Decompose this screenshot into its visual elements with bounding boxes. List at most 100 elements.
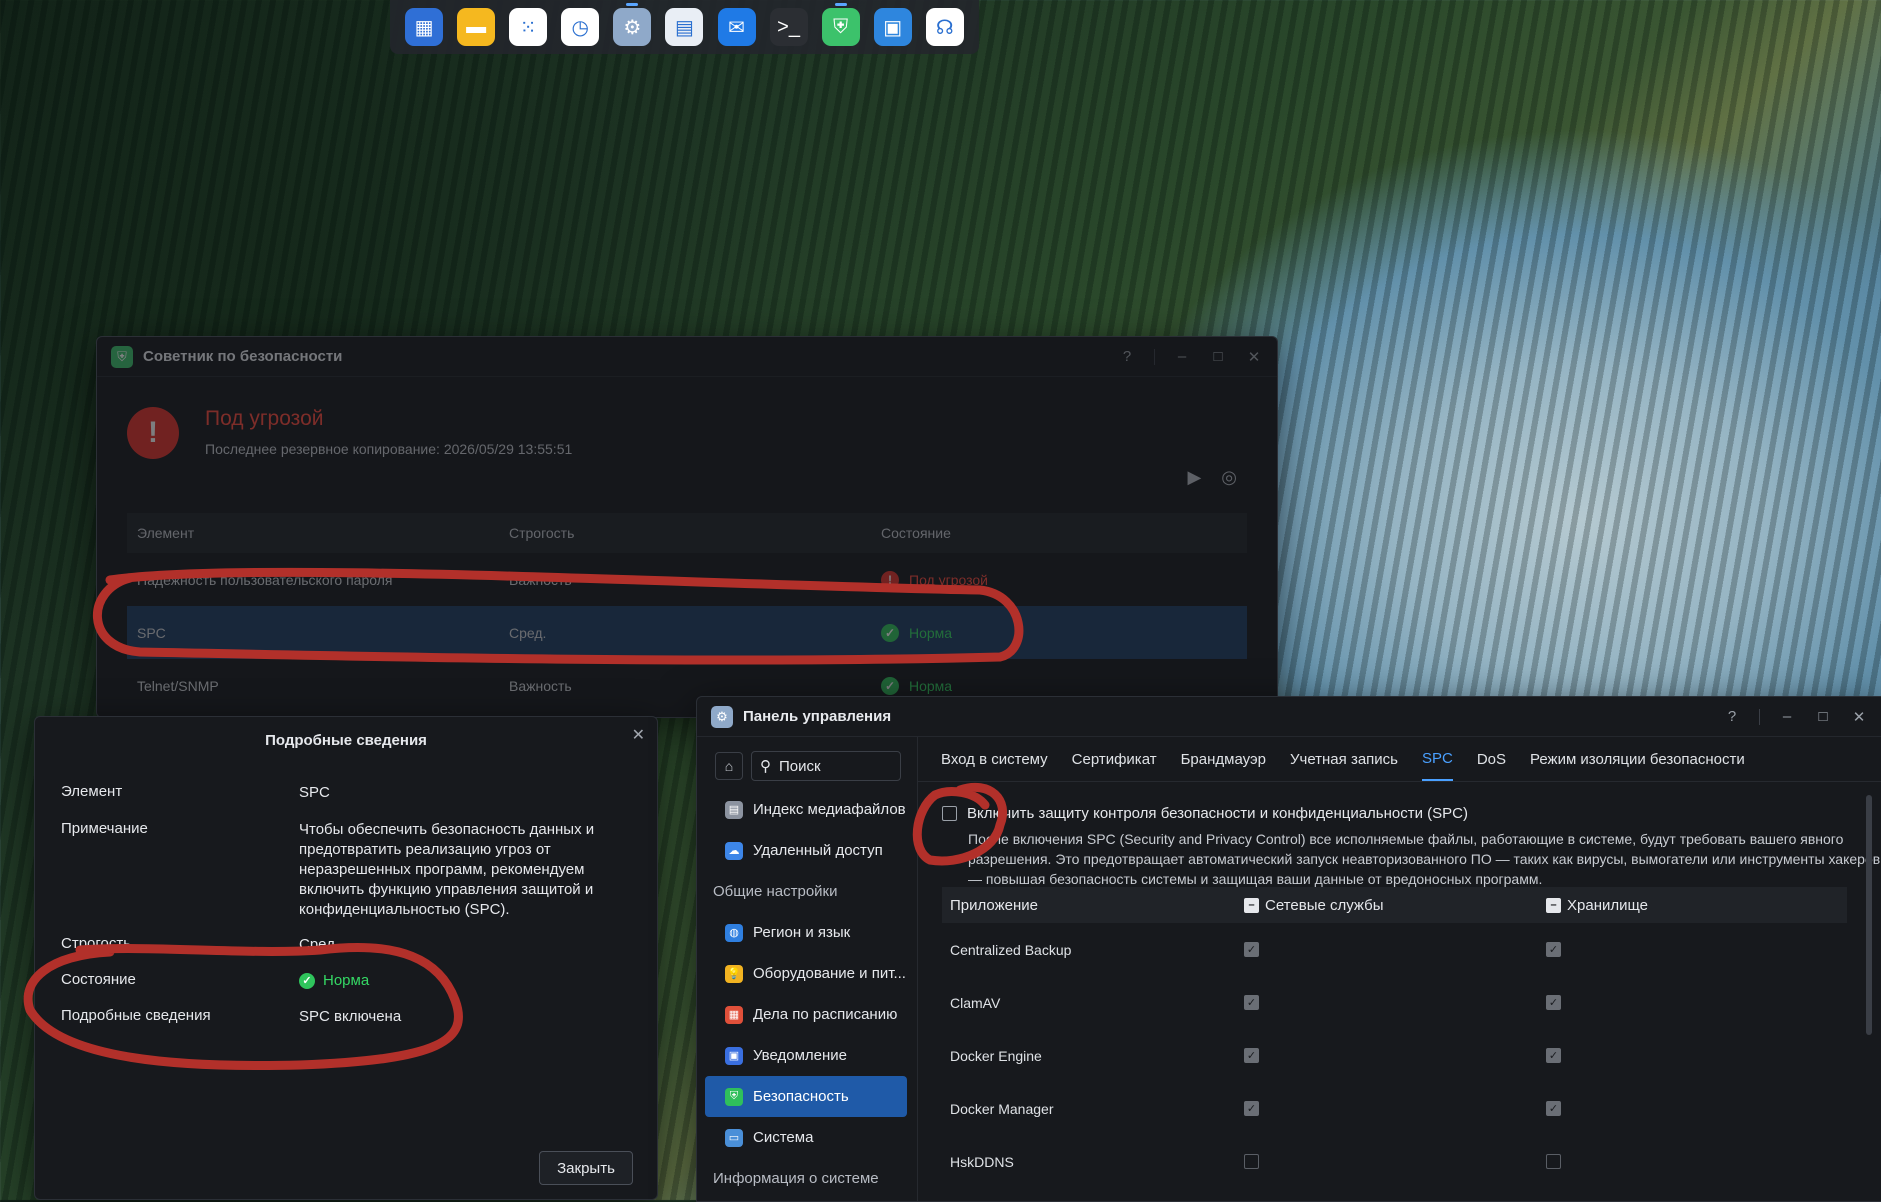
spc-enable-checkbox[interactable] xyxy=(942,806,957,821)
table-row: Docker Engine ✓ ✓ xyxy=(942,1029,1847,1082)
table-row: Docker Manager ✓ ✓ xyxy=(942,1082,1847,1135)
tab[interactable]: Учетная запись xyxy=(1290,737,1398,781)
network-permission-checkbox[interactable]: ✓ xyxy=(1244,1048,1259,1063)
tab-bar: Вход в систему Сертификат Брандмауэр Учетна… xyxy=(918,737,1881,782)
network-select-all-checkbox[interactable]: – xyxy=(1244,897,1259,913)
network-permission-checkbox[interactable]: ✓ xyxy=(1244,1101,1259,1116)
table-row: Centralized Backup ✓ ✓ xyxy=(942,923,1847,976)
sidebar-item-label: Система xyxy=(753,1129,814,1146)
control-panel-icon[interactable]: ⚙ xyxy=(613,3,652,46)
storage-permission-checkbox[interactable]: ✓ xyxy=(1546,1101,1561,1116)
sidebar-item[interactable]: ▣ Уведомление xyxy=(705,1035,907,1076)
sidebar-item-label: Удаленный доступ xyxy=(753,842,883,859)
minimize-icon[interactable]: – xyxy=(1173,348,1191,365)
sidebar-item[interactable]: ◍ Регион и язык xyxy=(705,912,907,953)
storage-permission-checkbox[interactable]: ✓ xyxy=(1546,995,1561,1010)
value-state: Норма xyxy=(323,972,370,989)
table-row-selected[interactable]: SPC Сред. ✓ Норма xyxy=(127,606,1247,659)
item-cell: Telnet/SNMP xyxy=(137,677,219,694)
tab[interactable]: Режим изоляции безопасности xyxy=(1530,737,1745,781)
maximize-icon[interactable]: □ xyxy=(1209,348,1227,365)
window-title: Панель управления xyxy=(743,708,892,725)
severity-cell: Сред. xyxy=(509,624,547,641)
app-name-cell: HskDDNS xyxy=(950,1153,1014,1170)
tab[interactable]: SPC xyxy=(1421,737,1453,781)
app-permissions-table: Приложение – Сетевые службы – Хранилище Ce… xyxy=(942,887,1847,1188)
last-backup-text: Последнее резервное копирование: 2026/05… xyxy=(205,441,573,457)
storage-permission-checkbox[interactable]: ✓ xyxy=(1546,942,1561,957)
search-icon: ⚲ xyxy=(760,758,771,775)
file-manager-icon[interactable]: ▦ xyxy=(405,8,444,46)
support-icon[interactable]: ☊ xyxy=(925,8,964,46)
sidebar-item-label: Индекс медиафайлов xyxy=(753,801,906,818)
tab[interactable]: DoS xyxy=(1477,737,1506,781)
sidebar-item[interactable]: ▭ Система xyxy=(705,1117,907,1158)
label-note: Примечание xyxy=(61,820,148,837)
titlebar: ⚙ Панель управления ? – □ ✕ xyxy=(697,697,1881,737)
tab[interactable]: Сертификат xyxy=(1072,737,1157,781)
close-button[interactable]: Закрыть xyxy=(539,1151,633,1185)
help-icon[interactable]: ? xyxy=(1118,348,1136,365)
column-header: Приложение xyxy=(950,896,1038,914)
sidebar-item[interactable]: ▤ Индекс медиафайлов xyxy=(705,789,907,830)
storage-permission-checkbox[interactable]: ✓ xyxy=(1546,1048,1561,1063)
security-advisor-icon[interactable]: ⛨ xyxy=(821,3,860,46)
app-center-icon[interactable]: ⁙ xyxy=(509,8,548,46)
sidebar-item[interactable]: ☁ Удаленный доступ xyxy=(705,830,907,871)
storage-manager-icon[interactable]: ▤ xyxy=(665,8,704,46)
main-panel: Вход в систему Сертификат Брандмауэр Учетна… xyxy=(918,737,1881,1201)
sidebar-section: Общие настройки xyxy=(713,883,838,900)
help-icon[interactable]: ? xyxy=(1723,708,1741,725)
state-cell: Под угрозой xyxy=(909,571,988,588)
table-row[interactable]: Надежность пользовательского пароля Важн… xyxy=(127,553,1247,606)
spc-description: После включения SPC (Security and Privac… xyxy=(968,831,1881,887)
close-icon[interactable]: ✕ xyxy=(1850,708,1868,726)
running-indicator xyxy=(834,3,847,6)
scrollbar[interactable] xyxy=(1866,795,1872,1035)
run-scan-icon[interactable]: ▶ xyxy=(1187,467,1201,488)
table-header: Приложение – Сетевые службы – Хранилище xyxy=(942,887,1847,923)
sidebar-item[interactable]: 💡 Оборудование и пит... xyxy=(705,953,907,994)
details-dialog: Подробные сведения ✕ Элемент SPC Примеча… xyxy=(34,716,658,1200)
close-icon[interactable]: ✕ xyxy=(1245,348,1263,366)
mail-icon[interactable]: ✉ xyxy=(717,8,756,46)
clock-icon[interactable]: ◷ xyxy=(561,8,600,46)
app-name-cell: Docker Manager xyxy=(950,1100,1054,1117)
network-permission-checkbox[interactable] xyxy=(1244,1154,1259,1169)
table-header: Элемент Строгость Состояние xyxy=(127,513,1247,553)
column-header: Элемент xyxy=(137,525,195,541)
search-input[interactable]: ⚲ Поиск xyxy=(751,751,901,781)
globe-icon: ◍ xyxy=(725,923,743,942)
tab[interactable]: Брандмауэр xyxy=(1181,737,1266,781)
storage-permission-checkbox[interactable] xyxy=(1546,1154,1561,1169)
sidebar-item[interactable]: ▦ Дела по расписанию xyxy=(705,994,907,1035)
close-icon[interactable]: ✕ xyxy=(632,725,645,745)
home-icon[interactable]: ⌂ xyxy=(715,752,743,780)
control-panel-window: ⚙ Панель управления ? – □ ✕ ⌂ ⚲ Поиск ▤ И… xyxy=(696,696,1881,1202)
network-permission-checkbox[interactable]: ✓ xyxy=(1244,942,1259,957)
column-header: Сетевые службы xyxy=(1265,896,1384,914)
sidebar-item[interactable]: ⛨ Безопасность xyxy=(705,1076,907,1117)
cloud-icon: ☁ xyxy=(725,841,743,860)
risk-icon: ! xyxy=(881,570,899,589)
running-indicator xyxy=(626,3,639,6)
sidebar-item-label: Безопасность xyxy=(753,1088,849,1105)
spc-enable-label: Включить защиту контроля безопасности и … xyxy=(967,805,1468,822)
column-header: Состояние xyxy=(881,525,951,541)
maximize-icon[interactable]: □ xyxy=(1814,708,1832,725)
settings-icon[interactable]: ◎ xyxy=(1221,467,1237,488)
sidebar-item-label: Дела по расписанию xyxy=(753,1006,898,1023)
docker-icon[interactable]: ▣ xyxy=(873,8,912,46)
security-status: Под угрозой xyxy=(205,407,324,430)
storage-select-all-checkbox[interactable]: – xyxy=(1546,897,1561,913)
label-severity: Строгость xyxy=(61,935,132,952)
tab[interactable]: Вход в систему xyxy=(941,737,1048,781)
network-permission-checkbox[interactable]: ✓ xyxy=(1244,995,1259,1010)
system-icon: ▭ xyxy=(725,1128,743,1147)
notes-icon[interactable]: ▬ xyxy=(457,8,496,46)
terminal-icon[interactable]: >_ xyxy=(769,8,808,46)
column-header: Строгость xyxy=(509,525,575,541)
value-severity: Сред. xyxy=(299,936,340,953)
item-cell: Надежность пользовательского пароля xyxy=(137,571,393,588)
minimize-icon[interactable]: – xyxy=(1778,708,1796,725)
